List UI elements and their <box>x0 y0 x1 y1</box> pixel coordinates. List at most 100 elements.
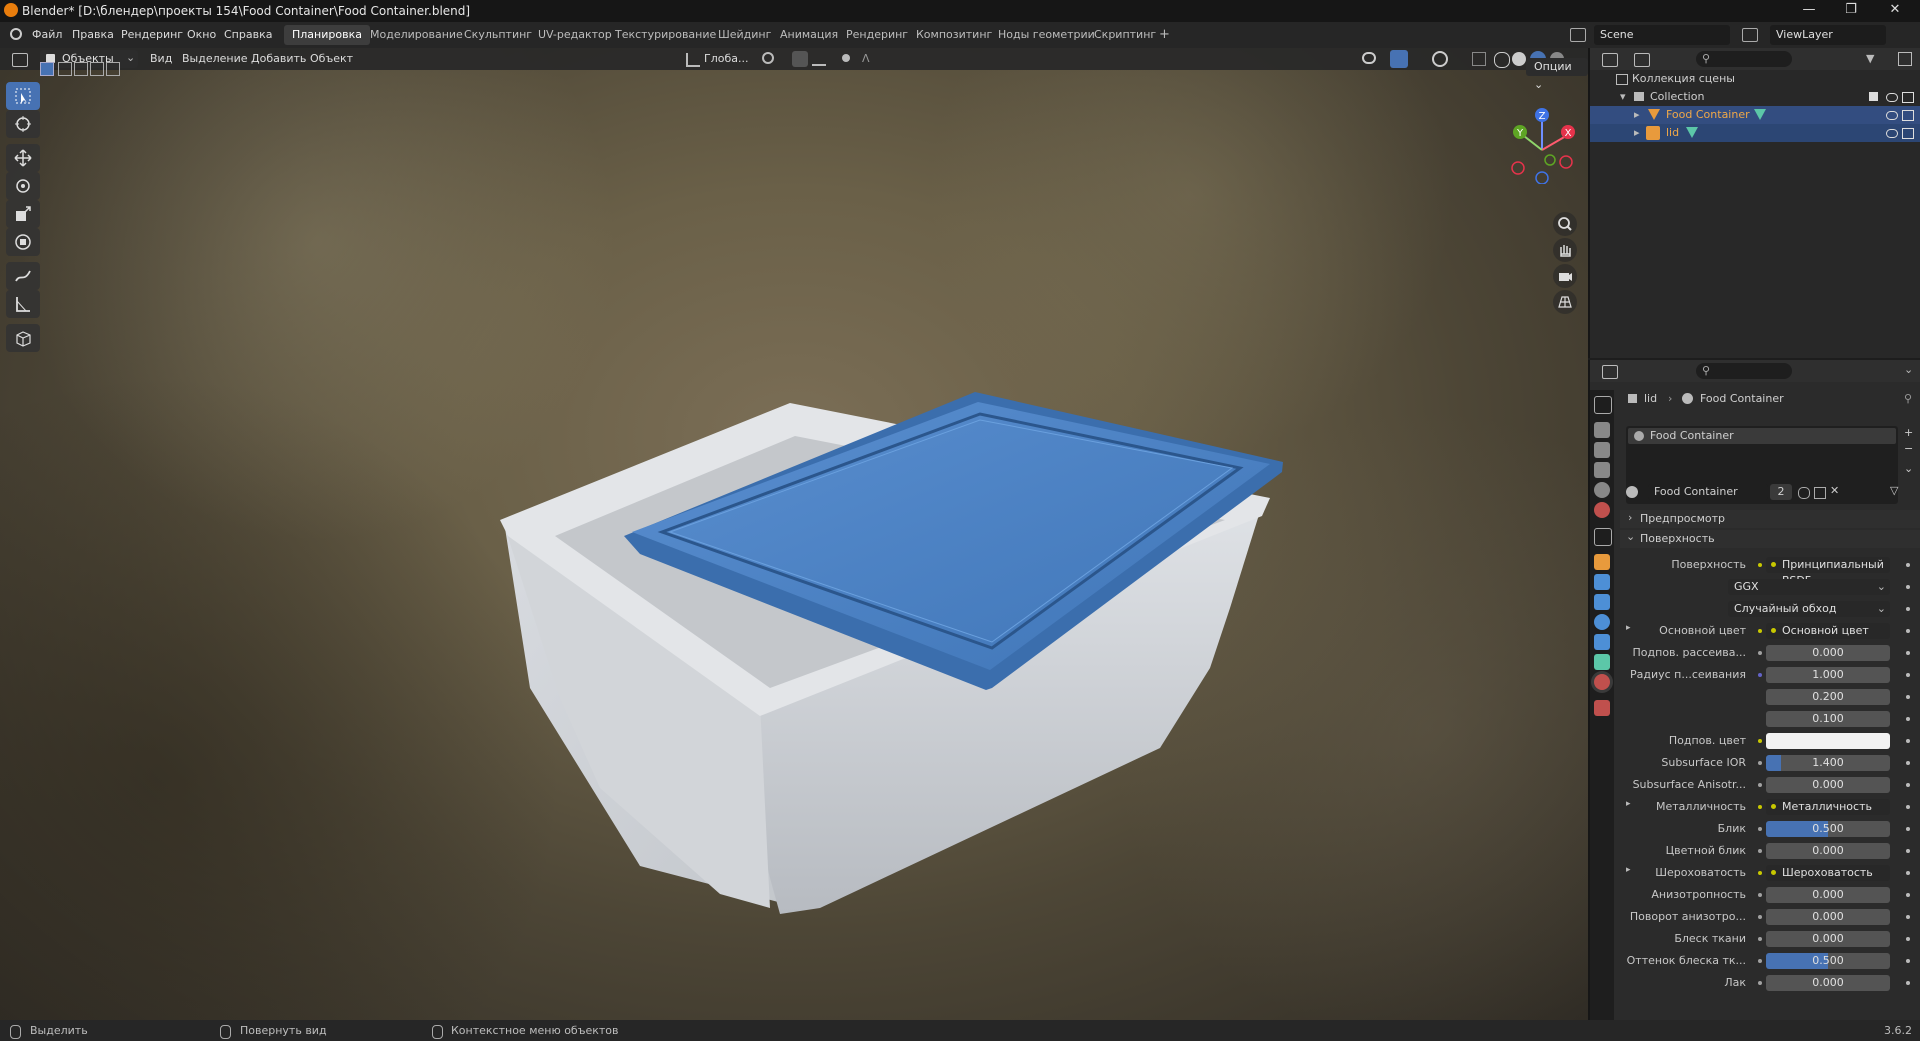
properties-search-input[interactable]: ⚲ <box>1696 363 1792 379</box>
keyframe-dot-icon[interactable] <box>1906 937 1910 941</box>
dropdown-field[interactable]: Случайный обход ⌄ <box>1728 601 1890 617</box>
tab-compositing[interactable]: Композитинг <box>908 25 1000 45</box>
tab-shading[interactable]: Шейдинг <box>710 25 779 45</box>
filter-icon[interactable]: ▽ <box>1890 484 1898 497</box>
socket-dot-icon[interactable] <box>1758 915 1762 919</box>
keyframe-dot-icon[interactable] <box>1906 915 1910 919</box>
number-field[interactable]: 0.200 <box>1766 689 1890 705</box>
socket-dot-icon[interactable] <box>1758 739 1762 743</box>
checkbox-icon[interactable] <box>1869 92 1878 101</box>
dropdown-field[interactable]: GGX ⌄ <box>1728 579 1890 595</box>
view-layer-selector[interactable]: ViewLayer <box>1770 25 1886 45</box>
filter-icon[interactable]: ▼ <box>1866 52 1874 65</box>
socket-dot-icon[interactable] <box>1758 761 1762 765</box>
blender-menu-icon[interactable] <box>10 28 22 40</box>
outliner-editor-icon[interactable] <box>1602 53 1618 67</box>
keyframe-dot-icon[interactable] <box>1906 871 1910 875</box>
socket-dot-icon[interactable] <box>1758 563 1762 567</box>
eye-icon[interactable] <box>1886 111 1898 120</box>
tab-texture-paint[interactable]: Текстурирование <box>607 25 724 45</box>
keyframe-dot-icon[interactable] <box>1906 959 1910 963</box>
keyframe-dot-icon[interactable] <box>1906 585 1910 589</box>
panel-surface-header[interactable]: ⌄ Поверхность <box>1620 530 1920 548</box>
keyframe-dot-icon[interactable] <box>1906 827 1910 831</box>
slider-field[interactable]: 0.500 <box>1766 821 1890 837</box>
unlink-icon[interactable]: ✕ <box>1830 484 1839 497</box>
pin-icon[interactable]: ⚲ <box>1904 392 1912 405</box>
fake-user-icon[interactable] <box>1798 487 1810 499</box>
modifier-tab-icon[interactable] <box>1594 574 1610 590</box>
tab-layout[interactable]: Планировка <box>284 25 370 45</box>
socket-dot-icon[interactable] <box>1758 783 1762 787</box>
keyframe-dot-icon[interactable] <box>1906 629 1910 633</box>
material-tab-icon[interactable] <box>1594 674 1610 690</box>
outliner-row-food-container[interactable]: ▸ Food Container <box>1590 106 1920 124</box>
tab-sculpting[interactable]: Скульптинг <box>456 25 540 45</box>
add-slot-button[interactable]: + <box>1904 426 1913 439</box>
tab-animation[interactable]: Анимация <box>772 25 846 45</box>
display-mode-icon[interactable] <box>1634 53 1650 67</box>
chevron-down-icon[interactable]: ⌄ <box>1904 363 1913 376</box>
number-field[interactable]: 0.000 <box>1766 931 1890 947</box>
output-tab-icon[interactable] <box>1594 442 1610 458</box>
outliner-row-lid[interactable]: ▸ lid <box>1590 124 1920 142</box>
chevron-right-icon[interactable]: ▸ <box>1634 106 1640 124</box>
keyframe-dot-icon[interactable] <box>1906 805 1910 809</box>
keyframe-dot-icon[interactable] <box>1906 761 1910 765</box>
chevron-down-icon[interactable]: ▾ <box>1620 88 1626 106</box>
color-swatch[interactable] <box>1766 733 1890 749</box>
menu-render[interactable]: Рендеринг <box>121 28 183 41</box>
socket-dot-icon[interactable] <box>1758 893 1762 897</box>
duplicate-icon[interactable] <box>1814 487 1826 499</box>
camera-icon[interactable] <box>1902 128 1914 139</box>
maximize-button[interactable]: ❐ <box>1836 2 1866 20</box>
outliner-row-scene-collection[interactable]: Коллекция сцены <box>1590 70 1920 88</box>
keyframe-dot-icon[interactable] <box>1906 563 1910 567</box>
render-tab-icon[interactable] <box>1594 422 1610 438</box>
scene-selector[interactable]: Scene <box>1594 25 1730 45</box>
remove-slot-button[interactable]: − <box>1904 442 1913 455</box>
number-field[interactable]: 0.000 <box>1766 843 1890 859</box>
linked-input-field[interactable]: Шероховатость <box>1766 865 1890 881</box>
add-workspace-button[interactable]: + <box>1159 27 1170 42</box>
socket-dot-icon[interactable] <box>1758 673 1762 677</box>
texture-tab-icon[interactable] <box>1594 700 1610 716</box>
menu-help[interactable]: Справка <box>224 28 272 41</box>
camera-icon[interactable] <box>1902 92 1914 103</box>
keyframe-dot-icon[interactable] <box>1906 607 1910 611</box>
linked-input-field[interactable]: Основной цвет <box>1766 623 1890 639</box>
number-field[interactable]: 1.000 <box>1766 667 1890 683</box>
keyframe-dot-icon[interactable] <box>1906 673 1910 677</box>
socket-dot-icon[interactable] <box>1758 827 1762 831</box>
menu-edit[interactable]: Правка <box>72 28 114 41</box>
keyframe-dot-icon[interactable] <box>1906 981 1910 985</box>
user-count[interactable]: 2 <box>1770 484 1792 500</box>
number-field[interactable]: 0.000 <box>1766 645 1890 661</box>
constraints-tab-icon[interactable] <box>1594 634 1610 650</box>
keyframe-dot-icon[interactable] <box>1906 651 1910 655</box>
physics-tab-icon[interactable] <box>1594 614 1610 630</box>
socket-dot-icon[interactable] <box>1758 629 1762 633</box>
slot-menu-button[interactable]: ⌄ <box>1904 462 1913 475</box>
chevron-right-icon[interactable]: ▸ <box>1634 124 1640 142</box>
minimize-button[interactable]: — <box>1794 2 1824 20</box>
browse-material-icon[interactable] <box>1626 486 1638 498</box>
eye-icon[interactable] <box>1886 93 1898 102</box>
tab-scripting[interactable]: Скриптинг <box>1086 25 1164 45</box>
socket-dot-icon[interactable] <box>1758 937 1762 941</box>
object-tab-icon[interactable] <box>1594 554 1610 570</box>
scene-tab-icon[interactable] <box>1594 482 1610 498</box>
close-button[interactable]: ✕ <box>1880 2 1910 20</box>
menu-window[interactable]: Окно <box>187 28 216 41</box>
keyframe-dot-icon[interactable] <box>1906 695 1910 699</box>
data-tab-icon[interactable] <box>1594 654 1610 670</box>
panel-preview-header[interactable]: › Предпросмотр <box>1620 510 1920 528</box>
3d-viewport[interactable]: Объекты ⌄ Вид Выделение Добавить Объект … <box>0 48 1588 1020</box>
tab-rendering[interactable]: Рендеринг <box>838 25 916 45</box>
particles-tab-icon[interactable] <box>1594 594 1610 610</box>
linked-input-field[interactable]: Принципиальный BSDF <box>1766 557 1890 587</box>
properties-editor-icon[interactable] <box>1602 365 1618 379</box>
socket-dot-icon[interactable] <box>1758 849 1762 853</box>
menu-file[interactable]: Файл <box>32 28 62 41</box>
number-field[interactable]: 0.000 <box>1766 777 1890 793</box>
